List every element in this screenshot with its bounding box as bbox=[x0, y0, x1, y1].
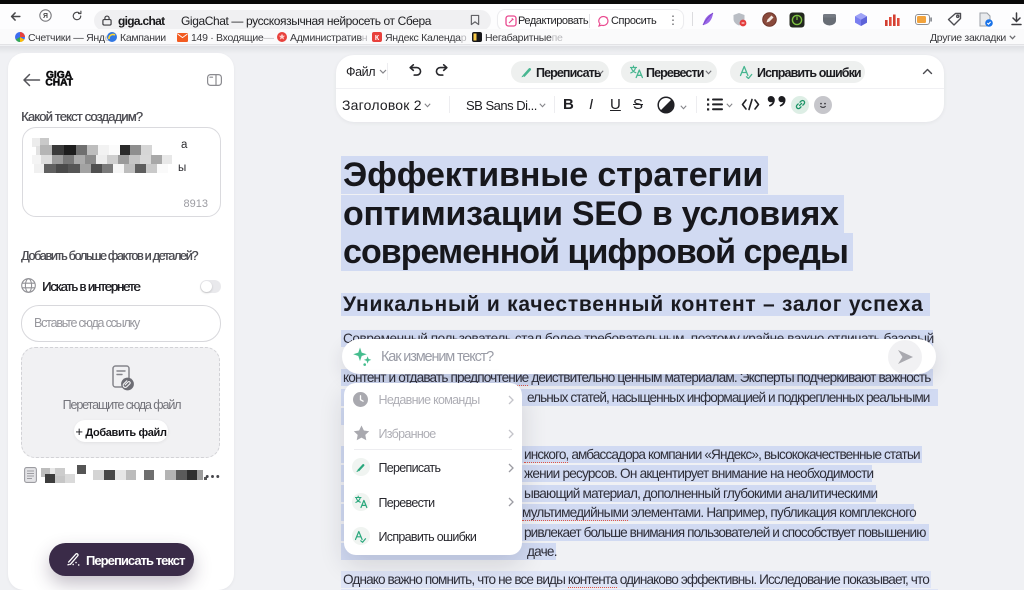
svg-text:К: К bbox=[375, 35, 380, 42]
svg-text:CHAT: CHAT bbox=[45, 78, 73, 89]
svg-text:Я: Я bbox=[43, 13, 48, 20]
